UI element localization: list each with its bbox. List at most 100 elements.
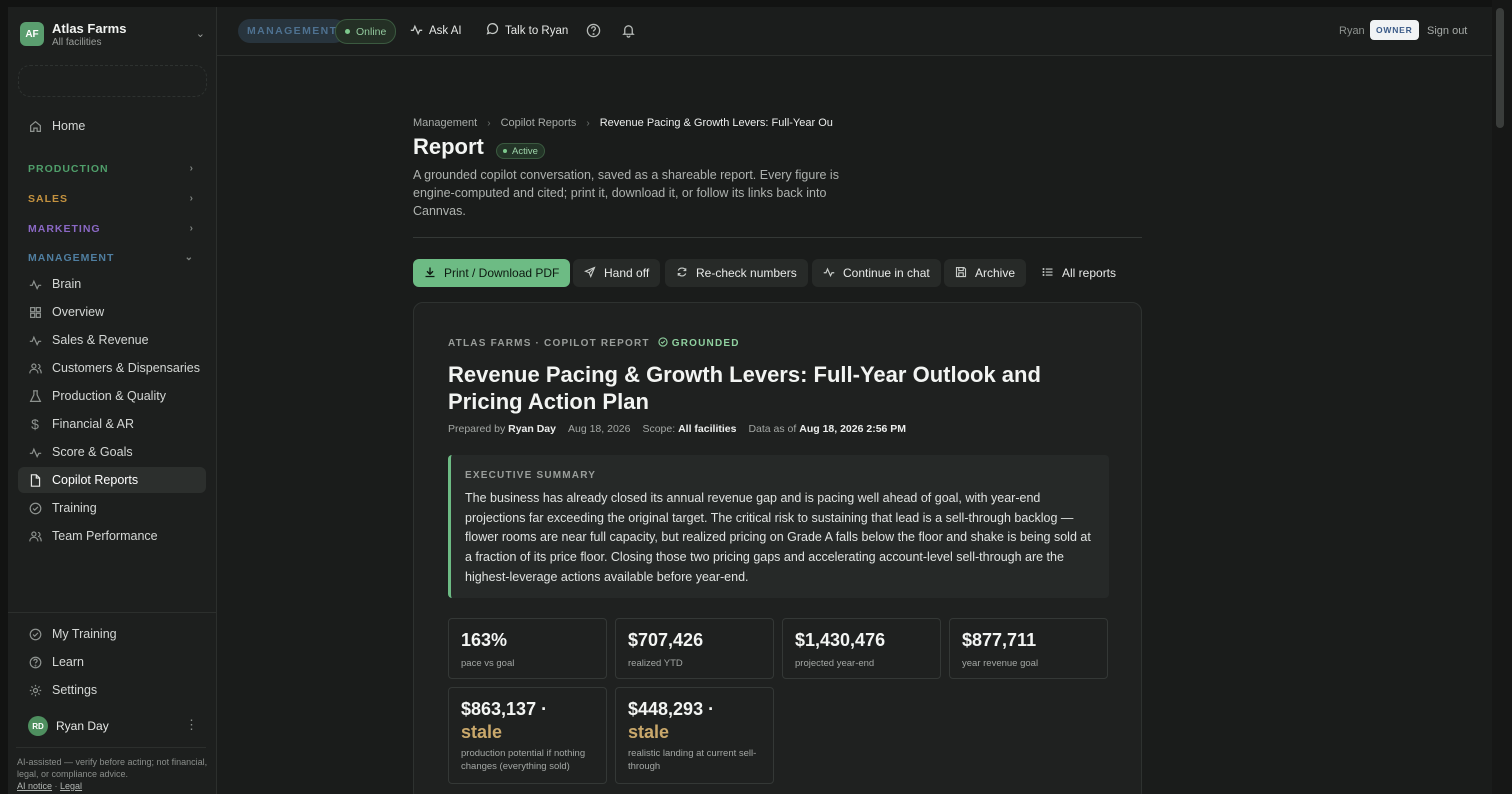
users-icon <box>28 529 42 543</box>
ai-notice-link[interactable]: AI notice <box>17 781 52 791</box>
help-circle-icon[interactable] <box>584 21 602 39</box>
topbar-user: Ryan <box>1339 25 1365 37</box>
sidebar-item-settings[interactable]: Settings <box>18 677 206 703</box>
sidebar-item-overview[interactable]: Overview <box>18 299 206 325</box>
stat-label: projected year-end <box>795 658 875 669</box>
stat-number: $448,293 · <box>628 699 715 719</box>
more-vertical-icon[interactable]: ⋮ <box>185 717 198 733</box>
sidebar-item-learn[interactable]: Learn <box>18 649 206 675</box>
ai-disclaimer: AI-assisted — verify before acting; not … <box>17 757 208 791</box>
search-placeholder[interactable] <box>18 65 207 97</box>
legal-link[interactable]: Legal <box>60 781 82 791</box>
summary-text: The business has already closed its annu… <box>465 491 1091 584</box>
sidebar-item-production-quality[interactable]: Production & Quality <box>18 383 206 409</box>
sidebar-item-label: Customers & Dispensaries <box>52 361 200 375</box>
sidebar-item-brain[interactable]: Brain <box>18 271 206 297</box>
users-icon <box>28 361 42 375</box>
report-kicker: ATLAS FARMS · COPILOT REPORT GROUNDED <box>448 337 740 350</box>
sign-out-link[interactable]: Sign out <box>1427 25 1467 37</box>
ask-ai-button[interactable]: Ask AI <box>410 23 462 39</box>
sidebar-item-customers[interactable]: Customers & Dispensaries <box>18 355 206 381</box>
stale-flag: stale <box>461 722 503 742</box>
hand-off-button[interactable]: Hand off <box>573 259 661 287</box>
activity-icon <box>823 266 835 281</box>
sidebar-item-financial-ar[interactable]: $ Financial & AR <box>18 411 206 437</box>
stat-label: production potential if nothing changes … <box>461 748 586 772</box>
report-title: Revenue Pacing & Growth Levers: Full-Yea… <box>448 362 1041 414</box>
status-dot <box>345 29 350 34</box>
activity-icon <box>28 277 42 291</box>
sidebar-item-score-goals[interactable]: Score & Goals <box>18 439 206 465</box>
section-management[interactable]: MANAGEMENT ⌄ <box>28 252 194 264</box>
sidebar-item-team-performance[interactable]: Team Performance <box>18 523 206 549</box>
talk-to-ryan-button[interactable]: Talk to Ryan <box>486 23 568 39</box>
home-icon <box>28 119 42 133</box>
section-marketing[interactable]: MARKETING › <box>28 223 194 235</box>
mode-badge[interactable]: MANAGEMENT <box>238 19 347 43</box>
org-switcher[interactable]: AF Atlas Farms All facilities ⌄ <box>20 21 205 49</box>
talk-label: Talk to Ryan <box>505 25 569 37</box>
stat-card: 163% pace vs goal <box>448 618 607 679</box>
meta-prepared: Prepared by Ryan Day <box>448 423 556 435</box>
recheck-numbers-button[interactable]: Re-check numbers <box>665 259 808 287</box>
section-label: PRODUCTION <box>28 163 109 175</box>
button-label: Print / Download PDF <box>444 266 560 280</box>
stat-value: $448,293 · stale <box>628 698 714 744</box>
sidebar-item-copilot-reports[interactable]: Copilot Reports <box>18 467 206 493</box>
continue-in-chat-button[interactable]: Continue in chat <box>812 259 941 287</box>
sidebar-item-sales-revenue[interactable]: Sales & Revenue <box>18 327 206 353</box>
sidebar-item-label: Score & Goals <box>52 445 133 459</box>
disclaimer-text: AI-assisted — verify before acting; not … <box>17 757 208 779</box>
topbar: MANAGEMENT Online Ask AI Talk to Ryan Ry… <box>217 7 1492 56</box>
print-download-button[interactable]: Print / Download PDF <box>413 259 571 287</box>
meta-label: Data as of <box>748 423 797 435</box>
sidebar-item-home[interactable]: Home <box>18 113 206 139</box>
stat-card: $707,426 realized YTD <box>615 618 774 679</box>
sidebar-item-label: Production & Quality <box>52 389 166 403</box>
meta-label: Prepared by <box>448 423 506 435</box>
page-title: Report <box>413 134 484 159</box>
chat-bubble-icon <box>486 23 499 39</box>
stat-card: $448,293 · stale realistic landing at cur… <box>615 687 774 784</box>
sidebar-item-label: Financial & AR <box>52 417 134 431</box>
check-circle-icon <box>28 627 42 641</box>
section-sales[interactable]: SALES › <box>28 193 194 205</box>
section-label: SALES <box>28 193 69 205</box>
user-profile[interactable]: RD Ryan Day ⋮ <box>28 715 198 737</box>
sidebar-item-label: Settings <box>52 683 98 697</box>
chevron-right-icon: › <box>189 193 194 204</box>
stat-value: $1,430,476 <box>795 630 886 650</box>
stale-flag: stale <box>628 722 670 742</box>
archive-button[interactable]: Archive <box>944 259 1027 287</box>
org-name: Atlas Farms <box>52 21 127 36</box>
download-icon <box>424 266 436 281</box>
grounded-label: GROUNDED <box>671 338 740 349</box>
stat-value: $863,137 · stale <box>461 698 547 744</box>
breadcrumb-current: Revenue Pacing & Growth Levers: Full-Yea… <box>599 117 833 129</box>
stat-value: $707,426 <box>628 630 704 650</box>
kicker-text: ATLAS FARMS · COPILOT REPORT <box>448 338 650 349</box>
help-circle-icon <box>28 655 42 669</box>
sidebar-item-my-training[interactable]: My Training <box>18 621 206 647</box>
stat-value: 163% <box>461 630 508 650</box>
report-card: ATLAS FARMS · COPILOT REPORT GROUNDED Re… <box>413 302 1142 794</box>
button-label: Archive <box>975 266 1016 280</box>
all-reports-button[interactable]: All reports <box>1031 259 1127 287</box>
scrollbar-thumb[interactable] <box>1496 8 1504 128</box>
file-icon <box>28 473 42 487</box>
breadcrumb-copilot-reports[interactable]: Copilot Reports <box>501 117 577 129</box>
button-label: All reports <box>1062 266 1117 280</box>
breadcrumb-management[interactable]: Management <box>413 117 477 129</box>
list-icon <box>1042 266 1054 281</box>
sidebar-item-training[interactable]: Training <box>18 495 206 521</box>
chevron-right-icon: › <box>586 117 590 129</box>
bell-icon[interactable] <box>619 21 637 39</box>
stat-number: $863,137 · <box>461 699 548 719</box>
grid-icon <box>28 305 42 319</box>
sidebar-item-label: Home <box>52 119 86 133</box>
section-production[interactable]: PRODUCTION › <box>28 163 194 175</box>
save-icon <box>955 266 967 281</box>
page-description: A grounded copilot conversation, saved a… <box>413 168 839 218</box>
grounded-badge: GROUNDED <box>658 337 740 350</box>
button-label: Continue in chat <box>843 266 930 280</box>
